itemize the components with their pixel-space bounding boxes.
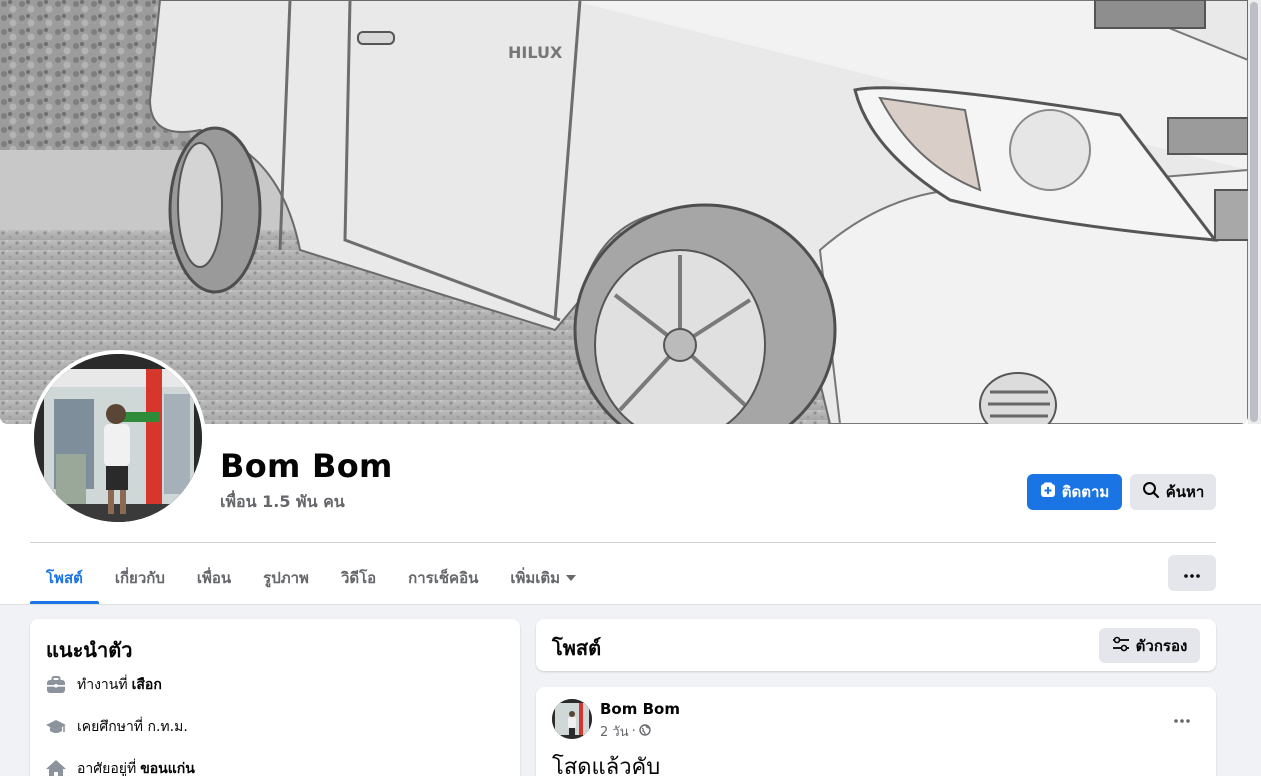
post-timestamp[interactable]: 2 วัน — [600, 721, 629, 742]
chevron-down-icon — [566, 575, 577, 581]
post-author-name[interactable]: Bom Bom — [600, 700, 680, 718]
cover-photo[interactable]: HILUX — [0, 0, 1248, 424]
follow-plus-icon — [1040, 482, 1056, 502]
tab-more[interactable]: เพิ่มเติม — [494, 552, 592, 604]
page-scrollbar-thumb[interactable] — [1250, 2, 1258, 422]
intro-work-prefix: ทำงานที่ — [77, 677, 128, 693]
intro-item-work: ทำงานที่ เสือก — [46, 674, 162, 696]
intro-item-home: อาศัยอยู่ที่ ขอนแก่น — [46, 758, 195, 776]
filter-button[interactable]: ตัวกรอง — [1099, 628, 1200, 663]
search-button-label: ค้นหา — [1165, 483, 1205, 501]
page-scrollbar[interactable] — [1248, 0, 1261, 424]
intro-home-prefix: อาศัยอยู่ที่ — [77, 761, 137, 776]
more-dots-icon — [1184, 564, 1200, 582]
post-meta-separator: · — [631, 724, 636, 739]
profile-picture[interactable] — [30, 350, 206, 526]
filter-button-label: ตัวกรอง — [1135, 636, 1188, 655]
search-icon — [1142, 481, 1160, 503]
header-divider — [30, 542, 1216, 543]
intro-home-value[interactable]: ขอนแก่น — [140, 758, 195, 776]
post-author-avatar[interactable] — [552, 699, 592, 739]
post-options-button[interactable] — [1166, 701, 1198, 733]
intro-education-text: เคยศึกษาที่ ก.ท.ม. — [77, 719, 188, 735]
tab-friends[interactable]: เพื่อน — [181, 552, 247, 604]
tab-photos[interactable]: รูปภาพ — [247, 552, 325, 604]
intro-item-education: เคยศึกษาที่ ก.ท.ม. — [46, 716, 188, 738]
profile-name: Bom Bom — [220, 447, 393, 485]
follow-button[interactable]: ติดตาม — [1027, 474, 1122, 510]
posts-header-card: โพสต์ ตัวกรอง — [536, 619, 1216, 671]
briefcase-icon — [46, 675, 66, 695]
filter-sliders-icon — [1112, 636, 1130, 656]
intro-work-value[interactable]: เสือก — [132, 674, 162, 696]
profile-picture-image — [34, 354, 202, 522]
home-icon — [46, 759, 66, 776]
intro-title: แนะนำตัว — [46, 638, 133, 662]
intro-card: แนะนำตัว ทำงานที่ เสือก เคยศึกษาที่ ก.ท.… — [30, 619, 520, 776]
globe-icon[interactable] — [639, 723, 651, 740]
profile-search-button[interactable]: ค้นหา — [1130, 474, 1216, 510]
more-dots-icon — [1174, 708, 1190, 727]
cover-photo-image: HILUX — [0, 0, 1248, 424]
header-shadow — [0, 604, 1261, 605]
follow-button-label: ติดตาม — [1061, 483, 1110, 501]
tab-videos[interactable]: วิดีโอ — [325, 552, 392, 604]
friend-count[interactable]: เพื่อน 1.5 พัน คน — [220, 490, 345, 515]
tab-about[interactable]: เกี่ยวกับ — [99, 552, 181, 604]
svg-text:HILUX: HILUX — [508, 43, 563, 62]
post-card: Bom Bom 2 วัน · โสดแล้วคับ — [536, 687, 1216, 776]
profile-tabs: โพสต์ เกี่ยวกับ เพื่อน รูปภาพ วิดีโอ การ… — [30, 552, 592, 604]
tab-checkins[interactable]: การเช็คอิน — [392, 552, 494, 604]
post-text: โสดแล้วคับ — [552, 755, 661, 776]
tab-posts[interactable]: โพสต์ — [30, 552, 99, 604]
posts-section-title: โพสต์ — [552, 636, 602, 660]
profile-more-options-button[interactable] — [1168, 555, 1216, 591]
graduation-cap-icon — [46, 717, 66, 737]
post-meta: 2 วัน · — [600, 721, 651, 742]
